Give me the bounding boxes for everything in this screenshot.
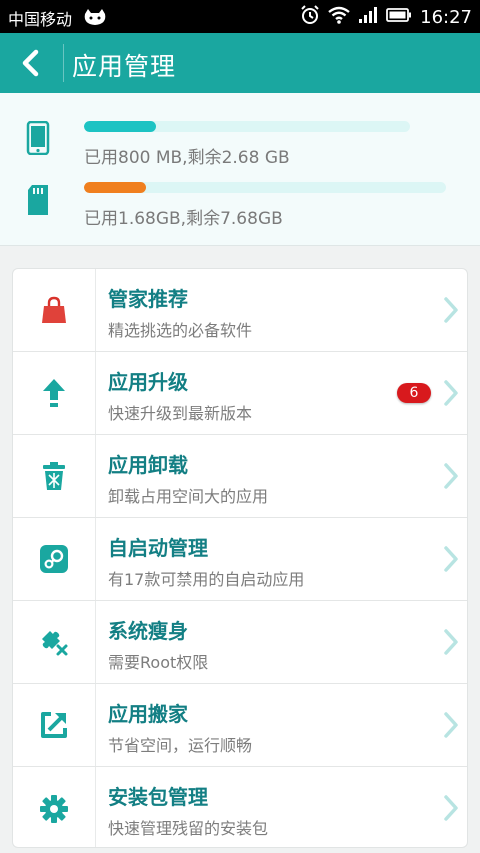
menu-item-title: 应用卸载: [108, 453, 188, 477]
chevron-right-icon: [443, 794, 459, 826]
menu-item-title: 安装包管理: [108, 785, 208, 809]
gear-icon: [40, 794, 68, 823]
storage-panel: 已用800 MB,剩余2.68 GB 已用1.68GB,剩余7.68GB: [0, 93, 480, 246]
sdcard-storage-text: 已用1.68GB,剩余7.68GB: [84, 209, 283, 229]
carrier-label: 中国移动: [8, 10, 73, 29]
trash-icon: [43, 462, 65, 490]
menu-item-subtitle: 卸载占用空间大的应用: [108, 487, 269, 506]
upgrade-arrow-icon: [43, 379, 65, 407]
menu-item-subtitle: 快速管理残留的安装包: [108, 819, 269, 838]
chevron-right-icon: [443, 296, 459, 328]
menu-item-subtitle: 有17款可禁用的自启动应用: [108, 570, 305, 589]
sdcard-storage-fill: [84, 182, 146, 193]
phone-storage-bar: [84, 121, 410, 132]
cat-icon: [83, 8, 107, 30]
page-title: 应用管理: [72, 52, 177, 81]
menu-item-subtitle: 快速升级到最新版本: [108, 404, 253, 423]
menu-card: 管家推荐 精选挑选的必备软件 应用升级 快速升级到最新版本 6 应用卸载 卸载占…: [12, 268, 468, 848]
menu-item-icon-cell: [13, 269, 96, 351]
chevron-right-icon: [443, 711, 459, 743]
phone-storage-text: 已用800 MB,剩余2.68 GB: [84, 148, 290, 168]
chevron-right-icon: [443, 545, 459, 577]
sdcard-storage-bar: [84, 182, 446, 193]
status-bar: 中国移动 16:27: [0, 0, 480, 33]
menu-item-subtitle: 需要Root权限: [108, 653, 209, 672]
startup-icon: [40, 545, 68, 573]
menu-item-icon-cell: [13, 435, 96, 517]
chevron-right-icon: [443, 379, 459, 411]
menu-item-slim[interactable]: 系统瘦身 需要Root权限: [13, 601, 467, 684]
menu-item-title: 自启动管理: [108, 536, 208, 560]
appbar-divider: [63, 44, 64, 82]
menu-item-icon-cell: [13, 601, 96, 683]
wifi-icon: [328, 6, 350, 28]
menu-item-icon-cell: [13, 684, 96, 766]
chevron-right-icon: [443, 628, 459, 660]
signal-icon: [358, 6, 378, 28]
menu-item-move[interactable]: 应用搬家 节省空间，运行顺畅: [13, 684, 467, 767]
chevron-right-icon: [443, 462, 459, 494]
app-bar: 应用管理: [0, 33, 480, 93]
menu-item-apk[interactable]: 安装包管理 快速管理残留的安装包: [13, 767, 467, 847]
battery-icon: [386, 7, 412, 27]
phone-storage-fill: [84, 121, 156, 132]
menu-item-upgrade[interactable]: 应用升级 快速升级到最新版本 6: [13, 352, 467, 435]
menu-item-icon-cell: [13, 767, 96, 847]
menu-item-icon-cell: [13, 352, 96, 434]
puzzle-remove-icon: [42, 631, 68, 656]
chevron-left-icon: [22, 49, 39, 77]
menu-item-uninstall[interactable]: 应用卸载 卸载占用空间大的应用: [13, 435, 467, 518]
menu-item-title: 应用搬家: [108, 702, 188, 726]
menu-item-subtitle: 节省空间，运行顺畅: [108, 736, 253, 755]
shopping-bag-icon: [42, 296, 66, 323]
back-button[interactable]: [14, 47, 50, 79]
update-count-badge: 6: [397, 383, 431, 403]
status-time: 16:27: [420, 6, 472, 28]
menu-item-title: 应用升级: [108, 370, 188, 394]
menu-item-icon-cell: [13, 518, 96, 600]
menu-item-autostart[interactable]: 自启动管理 有17款可禁用的自启动应用: [13, 518, 467, 601]
menu-item-title: 管家推荐: [108, 287, 188, 311]
sdcard-icon: [26, 184, 50, 220]
move-app-icon: [41, 712, 67, 738]
menu-item-title: 系统瘦身: [108, 619, 188, 643]
alarm-icon: [300, 5, 320, 29]
menu-item-recommend[interactable]: 管家推荐 精选挑选的必备软件: [13, 269, 467, 352]
phone-icon: [26, 120, 50, 159]
status-icons: 16:27: [300, 5, 472, 29]
menu-item-subtitle: 精选挑选的必备软件: [108, 321, 253, 340]
